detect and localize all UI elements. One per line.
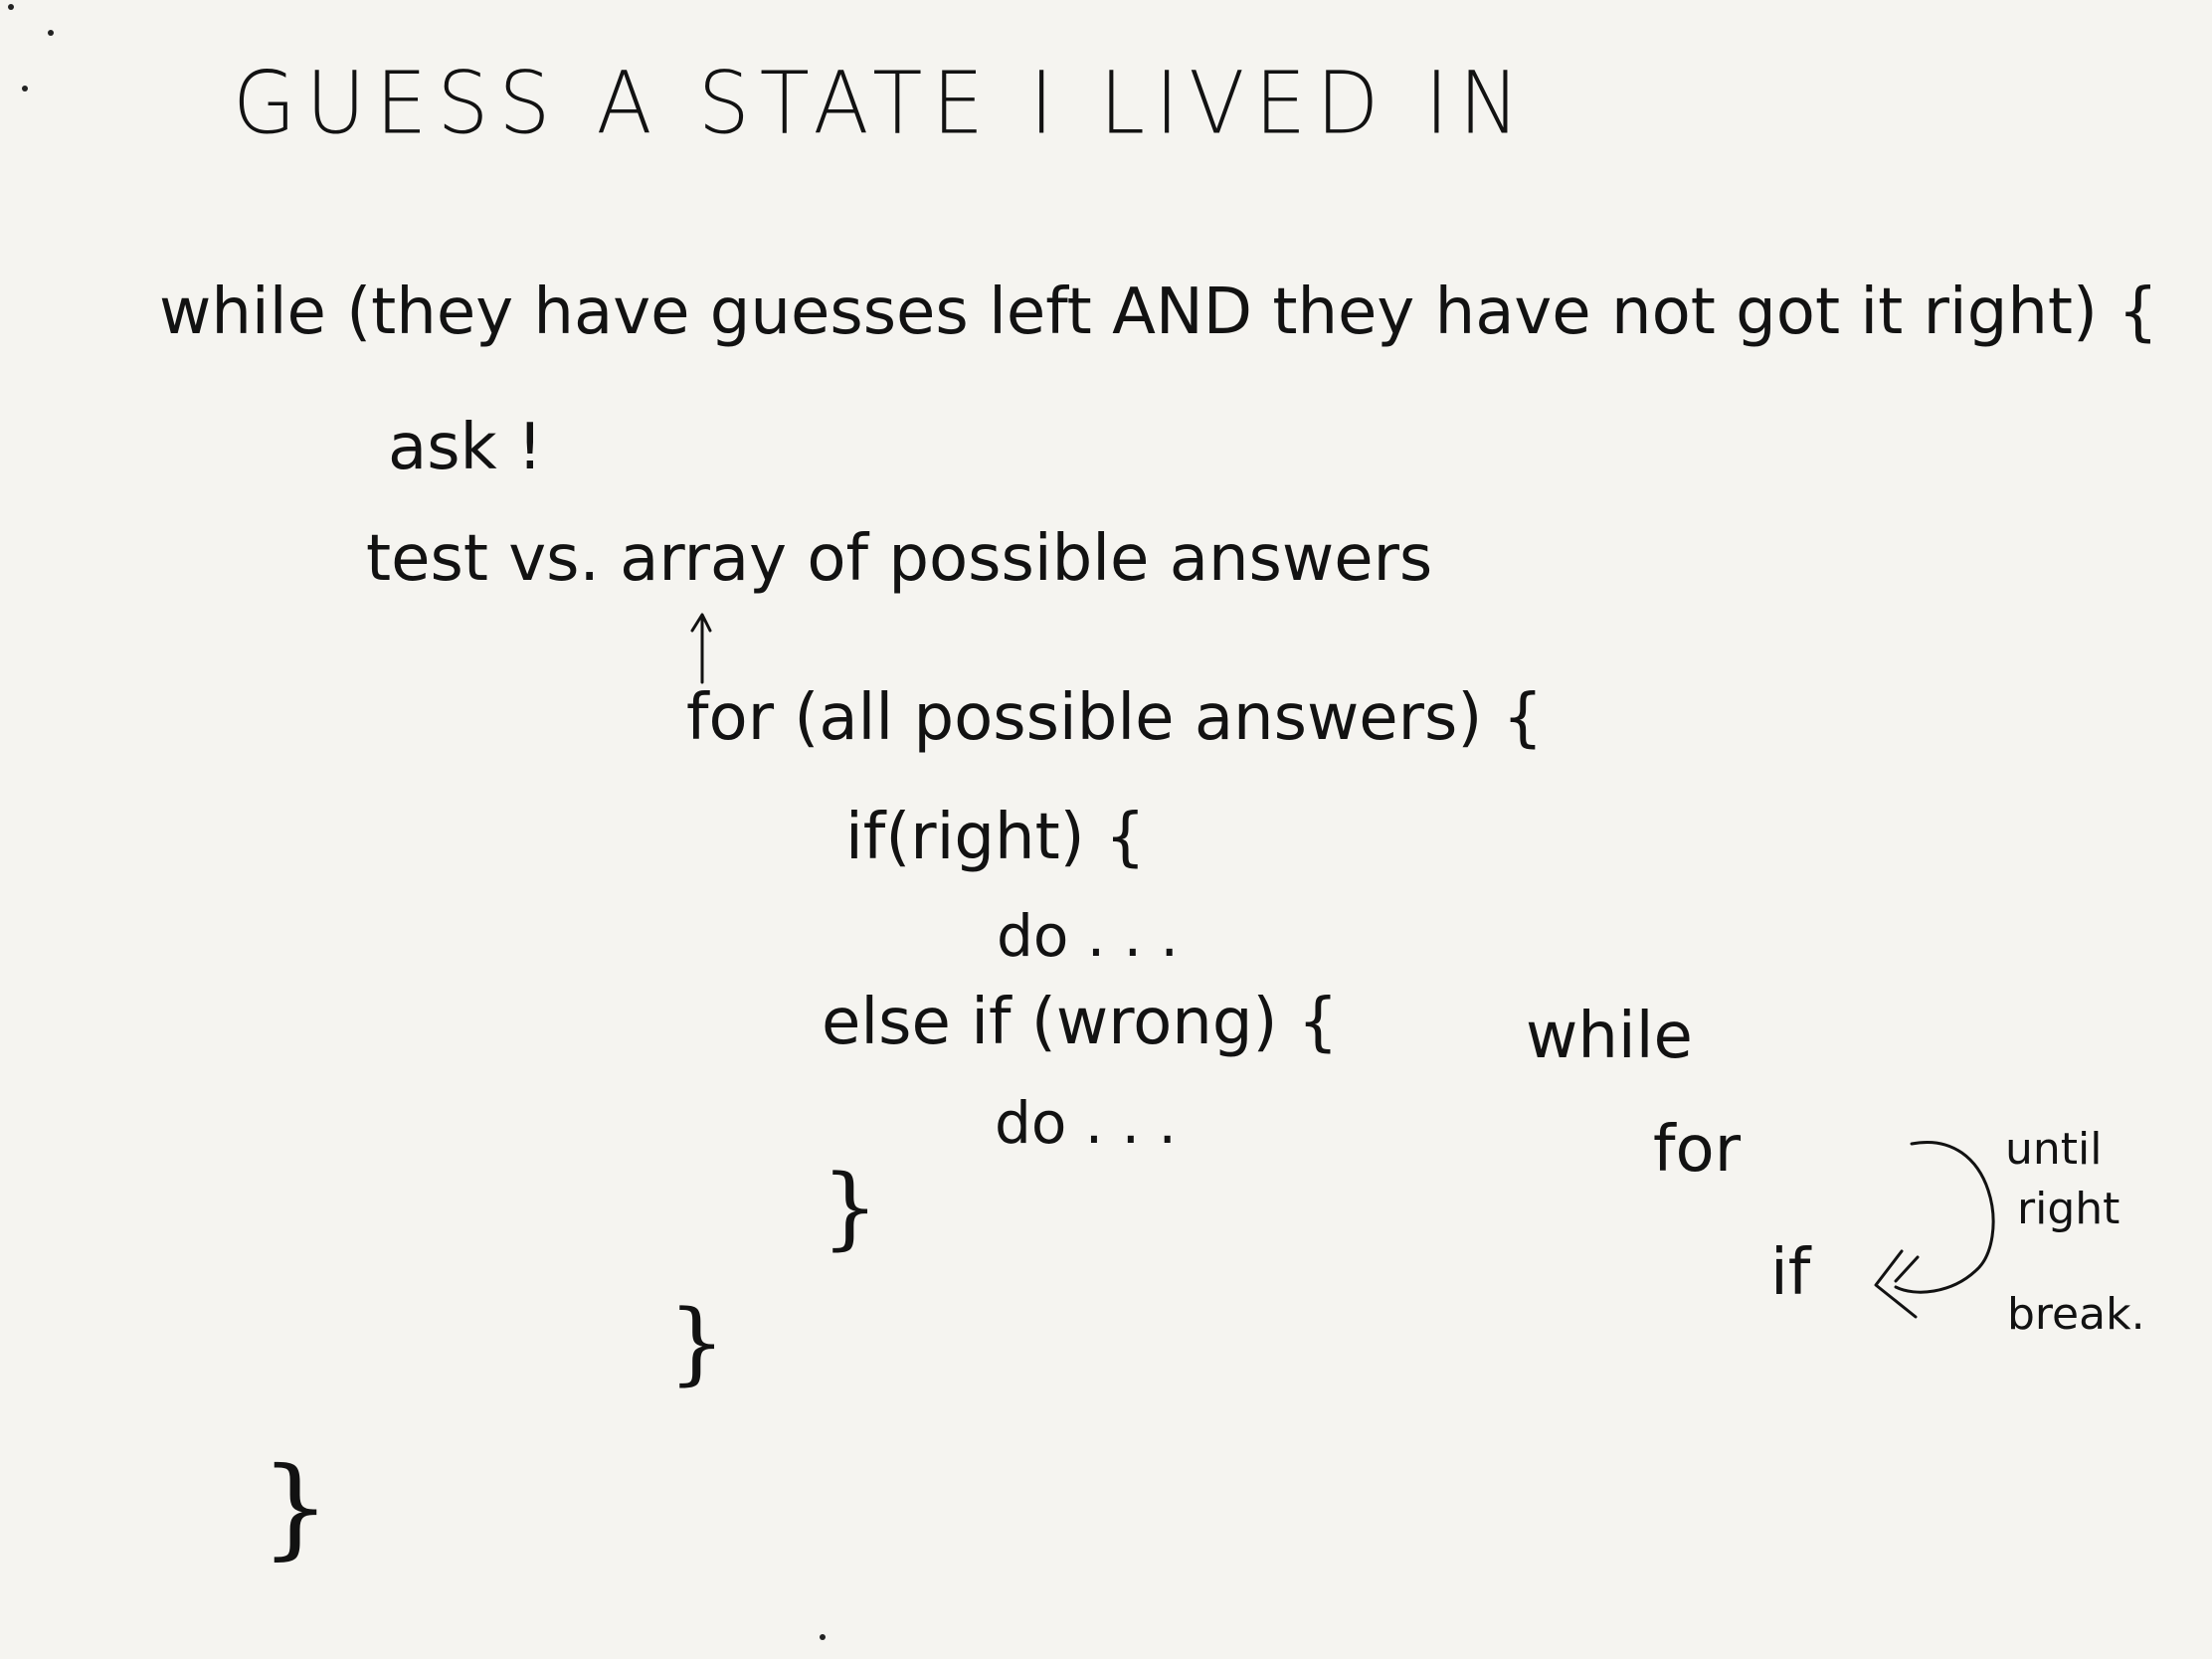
for-line: for (all possible answers) {	[686, 681, 1544, 755]
side-note-for: for	[1653, 1113, 1741, 1187]
whiteboard-canvas: GUESS A STATE I LIVED IN while (they hav…	[0, 0, 2212, 1659]
close-brace-while: }	[261, 1443, 330, 1570]
side-note-if: if	[1770, 1236, 1811, 1310]
ask-line: ask !	[388, 411, 543, 484]
if-right-line: if(right) {	[845, 801, 1146, 874]
side-note-while: while	[1526, 1000, 1693, 1073]
up-arrow-icon	[690, 613, 712, 684]
page-title: GUESS A STATE I LIVED IN	[233, 54, 1530, 154]
stray-dot	[8, 4, 14, 10]
else-if-line: else if (wrong) {	[822, 986, 1339, 1059]
test-line: test vs. array of possible answers	[366, 522, 1433, 596]
side-note-break: break.	[2007, 1289, 2145, 1340]
do-line-1: do . . .	[997, 902, 1179, 970]
side-note-until: until	[2005, 1124, 2103, 1175]
loop-arrow-icon	[1874, 1140, 1995, 1319]
close-brace-inner: }	[822, 1156, 879, 1260]
while-line: while (they have guesses left AND they h…	[159, 276, 2158, 349]
do-line-2: do . . .	[995, 1089, 1177, 1157]
stray-dot	[48, 30, 54, 36]
close-brace-for: }	[668, 1291, 726, 1395]
stray-dot	[22, 86, 28, 92]
side-note-right: right	[2017, 1184, 2120, 1234]
stray-dot	[820, 1634, 826, 1640]
